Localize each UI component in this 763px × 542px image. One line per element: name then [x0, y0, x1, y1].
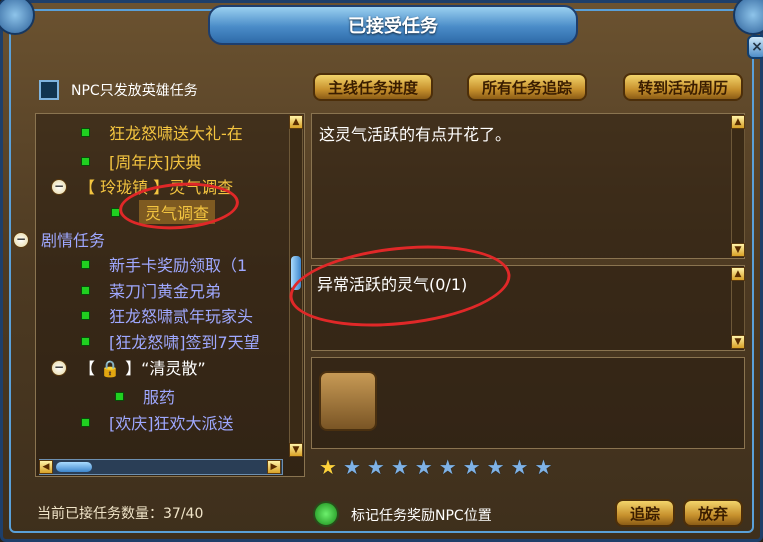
tree-item-label: 狂龙怒啸送大礼-在 — [109, 124, 243, 143]
track-all-button[interactable]: 所有任务追踪 — [467, 73, 587, 101]
tree-item-label: [周年庆]庆典 — [109, 153, 202, 172]
star-empty-icon: ★ — [486, 455, 505, 479]
hscroll-thumb[interactable] — [56, 462, 92, 472]
tree-item-label: [狂龙怒啸]签到7天望 — [109, 333, 260, 352]
reward-chest-icon[interactable] — [319, 371, 377, 431]
star-empty-icon: ★ — [462, 455, 481, 479]
task-bullet-icon — [81, 418, 90, 427]
tree-item-label: 新手卡奖励领取（1 — [109, 256, 248, 275]
tree-item-label: 【 🔒 】“清灵散” — [79, 359, 206, 378]
corner-ornament-right — [733, 0, 763, 35]
star-empty-icon: ★ — [342, 455, 361, 479]
task-bullet-icon — [81, 128, 90, 137]
description-scrollbar[interactable] — [731, 115, 745, 257]
abandon-button[interactable]: 放弃 — [683, 499, 743, 527]
corner-ornament-left — [0, 0, 35, 35]
star-empty-icon: ★ — [510, 455, 529, 479]
obj-scroll-down-icon[interactable]: ▼ — [731, 335, 745, 349]
scroll-right-icon[interactable]: ▶ — [267, 460, 281, 474]
tree-item-label: 狂龙怒啸贰年玩家头 — [109, 307, 254, 326]
task-count: 当前已接任务数量：37/40 — [37, 506, 204, 522]
scroll-down-icon[interactable]: ▼ — [289, 443, 303, 457]
task-bullet-icon — [81, 286, 90, 295]
quest-window: 已接受任务 × NPC只发放英雄任务 主线任务进度 所有任务追踪 转到活动周历 … — [0, 0, 763, 542]
star-empty-icon: ★ — [390, 455, 409, 479]
scroll-left-icon[interactable]: ◀ — [39, 460, 53, 474]
task-bullet-icon — [81, 311, 90, 320]
main-progress-button[interactable]: 主线任务进度 — [313, 73, 433, 101]
window-title: 已接受任务 — [208, 5, 578, 45]
mark-npc-toggle[interactable] — [313, 501, 339, 527]
star-empty-icon: ★ — [534, 455, 553, 479]
quest-description-text: 这灵气活跃的有点开花了。 — [319, 125, 512, 144]
npc-hero-filter-label: NPC只发放英雄任务 — [71, 83, 198, 99]
close-icon: × — [751, 39, 763, 55]
task-bullet-icon — [81, 157, 90, 166]
tree-item-label: 服药 — [143, 388, 176, 407]
star-empty-icon: ★ — [438, 455, 457, 479]
quest-tree-hscrollbar[interactable] — [39, 459, 283, 475]
collapse-icon[interactable]: − — [51, 179, 67, 195]
tree-item-label: [欢庆]狂欢大派送 — [109, 414, 234, 433]
task-bullet-icon — [81, 260, 90, 269]
collapse-icon[interactable]: − — [13, 232, 29, 248]
npc-hero-filter-checkbox[interactable] — [39, 80, 59, 100]
obj-scroll-up-icon[interactable]: ▲ — [731, 267, 745, 281]
star-filled-icon: ★ — [319, 455, 337, 479]
star-empty-icon: ★ — [414, 455, 433, 479]
difficulty-stars: ★ ★ ★ ★ ★ ★ ★ ★ ★ ★ — [315, 455, 733, 479]
close-button[interactable]: × — [747, 35, 763, 59]
tree-item-label: 菜刀门黄金兄弟 — [109, 282, 222, 301]
task-bullet-icon — [81, 337, 90, 346]
activity-calendar-button[interactable]: 转到活动周历 — [623, 73, 743, 101]
star-empty-icon: ★ — [366, 455, 385, 479]
desc-scroll-up-icon[interactable]: ▲ — [731, 115, 745, 129]
scroll-up-icon[interactable]: ▲ — [289, 115, 303, 129]
tree-item-label: 剧情任务 — [41, 231, 106, 250]
task-bullet-icon — [115, 392, 124, 401]
desc-scroll-down-icon[interactable]: ▼ — [731, 243, 745, 257]
collapse-icon[interactable]: − — [51, 360, 67, 376]
mark-npc-label: 标记任务奖励NPC位置 — [351, 508, 492, 524]
track-button[interactable]: 追踪 — [615, 499, 675, 527]
